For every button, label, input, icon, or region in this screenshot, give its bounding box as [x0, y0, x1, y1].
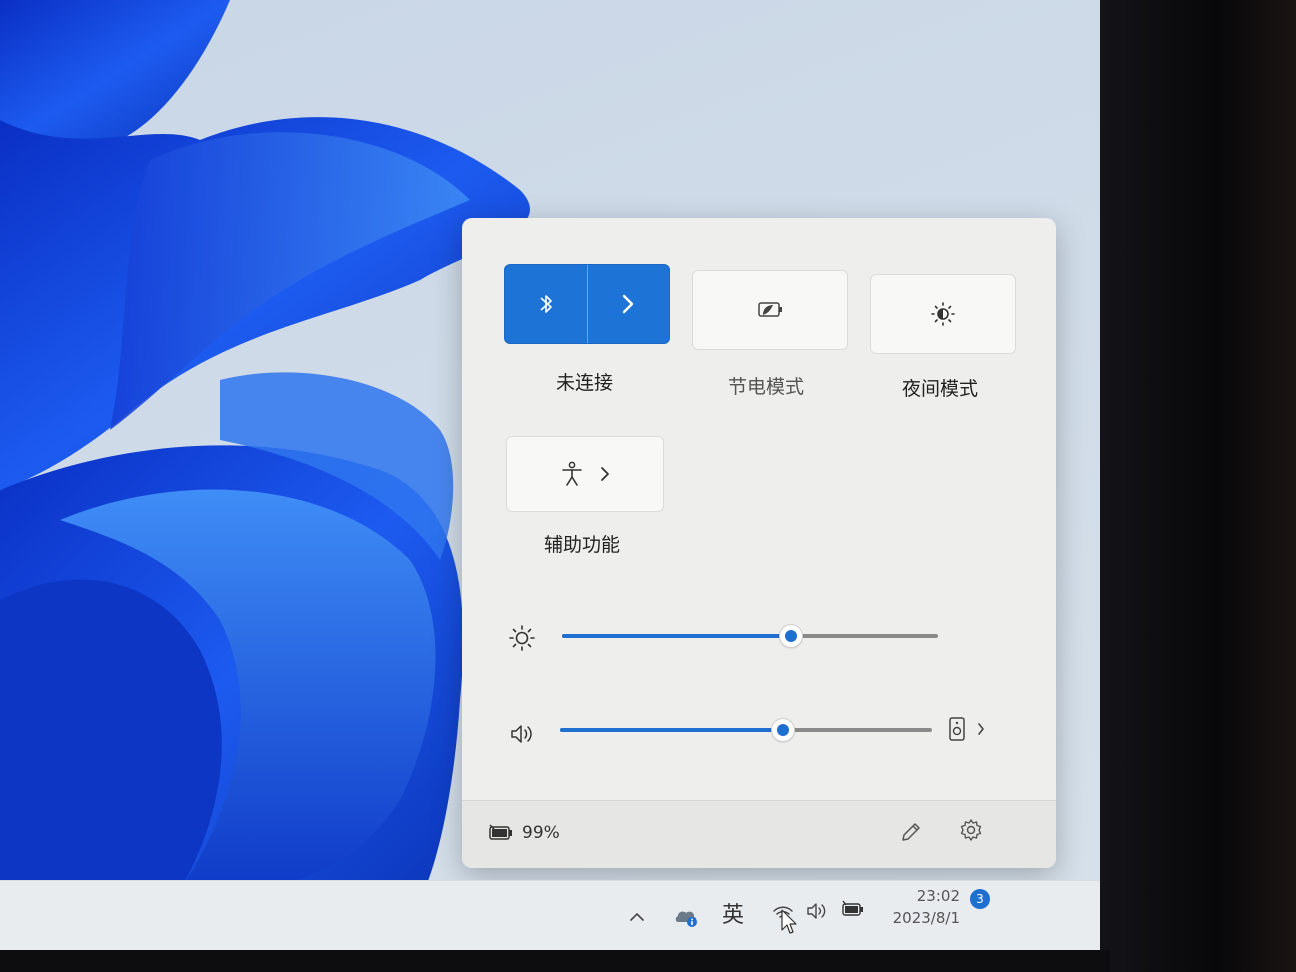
onedrive-tray-button[interactable] [670, 899, 704, 935]
volume-slider-thumb[interactable] [772, 719, 795, 741]
volume-slider-fill [560, 728, 784, 732]
mouse-pointer-icon [781, 909, 797, 934]
night-light-icon [931, 302, 955, 326]
gear-icon [960, 819, 982, 841]
clock-button[interactable]: 23:02 2023/8/1 [880, 881, 960, 941]
battery-status[interactable]: 99% [488, 823, 560, 843]
volume-tray-button[interactable] [800, 893, 834, 929]
night-light-label: 夜间模式 [902, 378, 979, 400]
clock-date: 2023/8/1 [892, 909, 960, 927]
battery-charging-icon [489, 824, 512, 840]
battery-saver-label: 节电模式 [728, 376, 805, 398]
brightness-slider-row [462, 618, 1056, 658]
show-hidden-icons-button[interactable] [622, 899, 652, 935]
chevron-right-icon [623, 294, 634, 314]
chevron-right-icon [978, 723, 984, 735]
pencil-icon [902, 823, 920, 841]
brightness-slider-fill [562, 634, 792, 638]
quick-settings-tiles: 未连接 节电模式 夜间模式 辅助功能 [462, 218, 1056, 778]
desktop: 未连接 节电模式 夜间模式 辅助功能 99% 英 23:02 2023/8/1 … [0, 0, 1110, 972]
battery-charging-icon [842, 900, 863, 916]
chevron-right-icon [601, 467, 609, 481]
battery-tray-button[interactable] [836, 891, 870, 927]
ime-label: 英 [721, 903, 744, 928]
volume-slider-row [462, 714, 1056, 754]
monitor-bezel-bottom [0, 950, 1110, 972]
notification-badge[interactable]: 3 [970, 889, 990, 909]
settings-button[interactable] [956, 815, 986, 845]
accessibility-button[interactable] [506, 436, 664, 512]
battery-saver-button[interactable] [692, 270, 848, 350]
brightness-slider[interactable] [562, 625, 938, 647]
speaker-icon [807, 903, 826, 919]
taskbar: 英 23:02 2023/8/1 3 [0, 880, 1110, 951]
audio-output-selector[interactable] [948, 714, 998, 744]
clock-time: 23:02 [916, 887, 960, 905]
monitor-bezel [1100, 0, 1296, 972]
battery-saver-icon [758, 302, 782, 317]
battery-percent: 99% [522, 823, 560, 843]
chevron-up-icon [630, 913, 644, 921]
bluetooth-expand-button[interactable] [587, 265, 669, 343]
brightness-slider-thumb[interactable] [780, 625, 803, 647]
bluetooth-tile [504, 264, 670, 344]
quick-settings-panel: 未连接 节电模式 夜间模式 辅助功能 99% [462, 218, 1056, 868]
bluetooth-icon [540, 295, 552, 313]
accessibility-icon [562, 461, 582, 486]
night-light-button[interactable] [870, 274, 1016, 354]
input-method-indicator[interactable]: 英 [716, 895, 750, 931]
speaker-device-icon [949, 717, 965, 741]
bluetooth-label: 未连接 [556, 372, 614, 394]
brightness-icon [509, 625, 535, 651]
screen: 未连接 节电模式 夜间模式 辅助功能 99% 英 23:02 2023/8/1 … [0, 0, 1296, 972]
speaker-icon[interactable] [508, 720, 536, 748]
bluetooth-toggle-button[interactable] [505, 265, 587, 343]
volume-slider[interactable] [560, 719, 932, 741]
onedrive-icon [675, 911, 697, 927]
edit-quick-settings-button[interactable] [896, 817, 926, 847]
quick-settings-footer: 99% [462, 800, 1056, 868]
accessibility-label: 辅助功能 [544, 534, 621, 556]
